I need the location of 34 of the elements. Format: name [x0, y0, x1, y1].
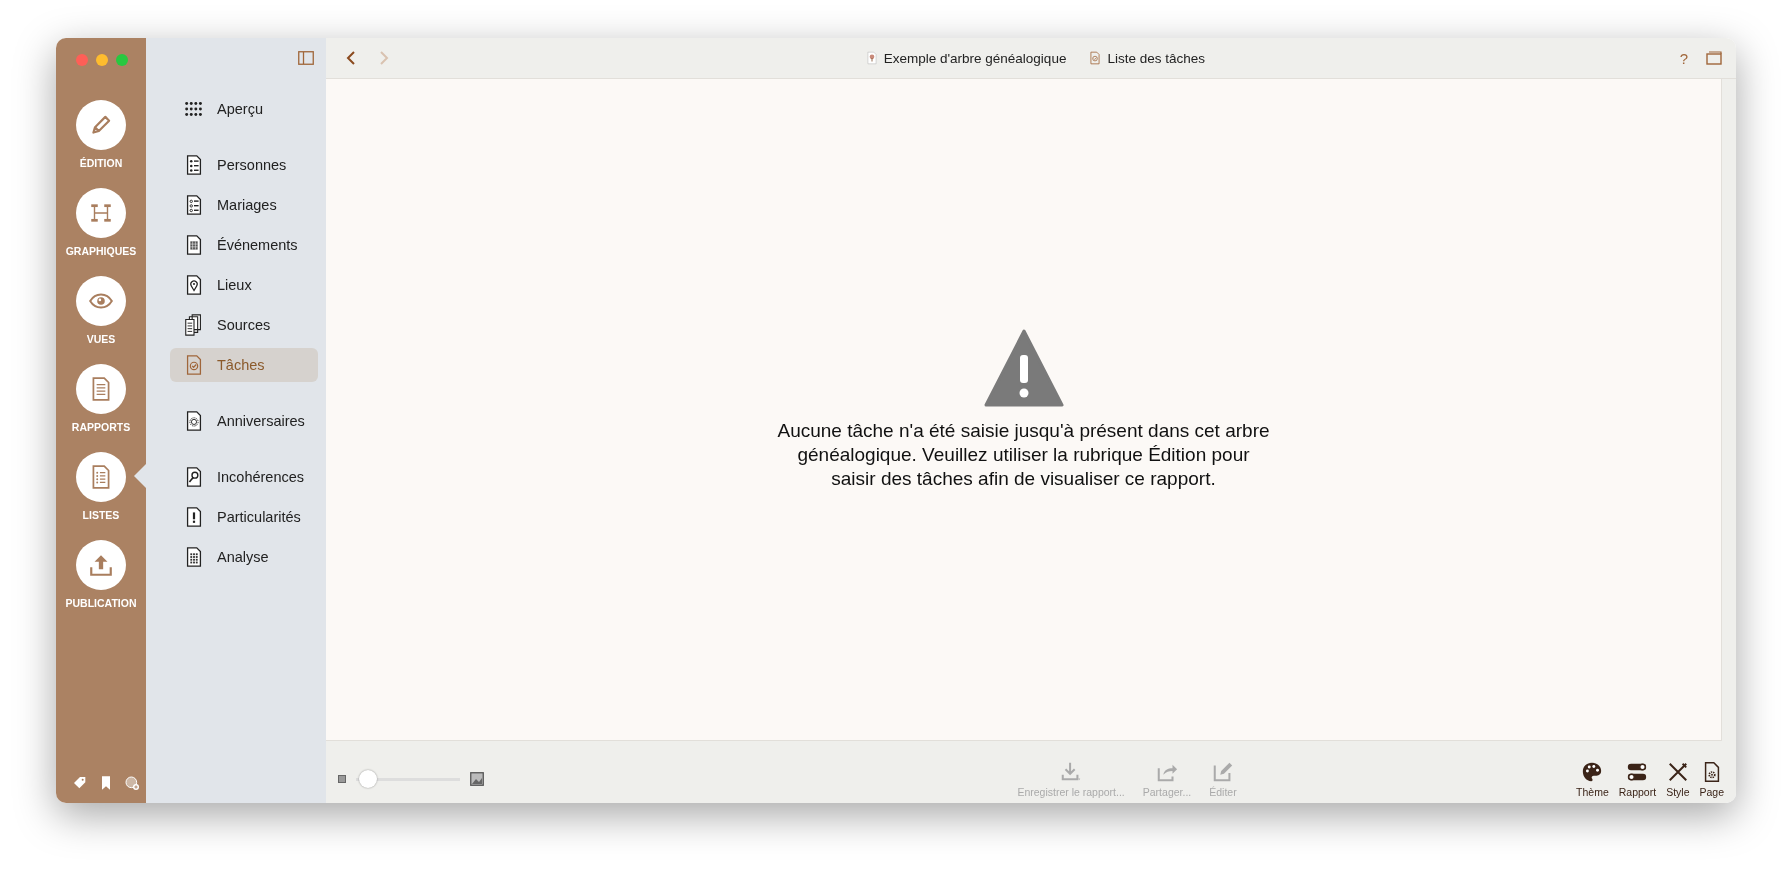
help-button[interactable]: ? [1679, 49, 1688, 67]
tree-document-icon [864, 50, 879, 66]
warning-icon [983, 328, 1064, 407]
sidebar-item[interactable]: Sources [170, 308, 318, 342]
sidebar-item[interactable]: Aperçu [170, 92, 318, 126]
empty-message: Aucune tâche n'a été saisie jusqu'à présent dans cet arbre généalogique. Veuillez utiliser la rubrique Édition pour saisir des tâches afin de visualiser ce rapport. [776, 418, 1271, 491]
edit-icon [1211, 760, 1234, 783]
sidebar-item[interactable]: Anniversaires [170, 404, 318, 438]
sidebar-item[interactable]: Personnes [170, 148, 318, 182]
sidebar-item[interactable]: Particularités [170, 500, 318, 534]
small-image-icon [338, 775, 346, 783]
sidebar-item[interactable]: Lieux [170, 268, 318, 302]
toolbar-button[interactable]: Style [1666, 760, 1690, 798]
window-icon[interactable] [1706, 51, 1722, 65]
tag-icon[interactable] [72, 775, 88, 791]
palette-icon [1581, 760, 1604, 783]
badge-plus-icon[interactable] [124, 775, 140, 791]
check-document-icon [1088, 50, 1103, 66]
large-image-icon [470, 772, 484, 786]
breadcrumb[interactable]: Liste des tâches [1088, 50, 1205, 66]
toolbar-button[interactable]: Rapport [1618, 760, 1657, 798]
sidebar-item[interactable]: Tâches [170, 348, 318, 382]
slider-thumb[interactable] [359, 770, 378, 788]
sidebar-item[interactable]: Mariages [170, 188, 318, 222]
sidebar-item[interactable]: Incohérences [170, 460, 318, 494]
sidebar-item[interactable]: Analyse [170, 540, 318, 574]
toolbar-button[interactable]: Page [1699, 760, 1724, 798]
toolbar-button[interactable]: Thème [1576, 760, 1609, 798]
back-button[interactable] [344, 50, 358, 66]
breadcrumb[interactable]: Exemple d'arbre généalogique [864, 50, 1067, 66]
sidebar-item[interactable]: Événements [170, 228, 318, 262]
minimize-button[interactable] [96, 54, 108, 66]
download-icon [1060, 760, 1083, 783]
sidebar-toggle-icon[interactable] [298, 51, 314, 65]
